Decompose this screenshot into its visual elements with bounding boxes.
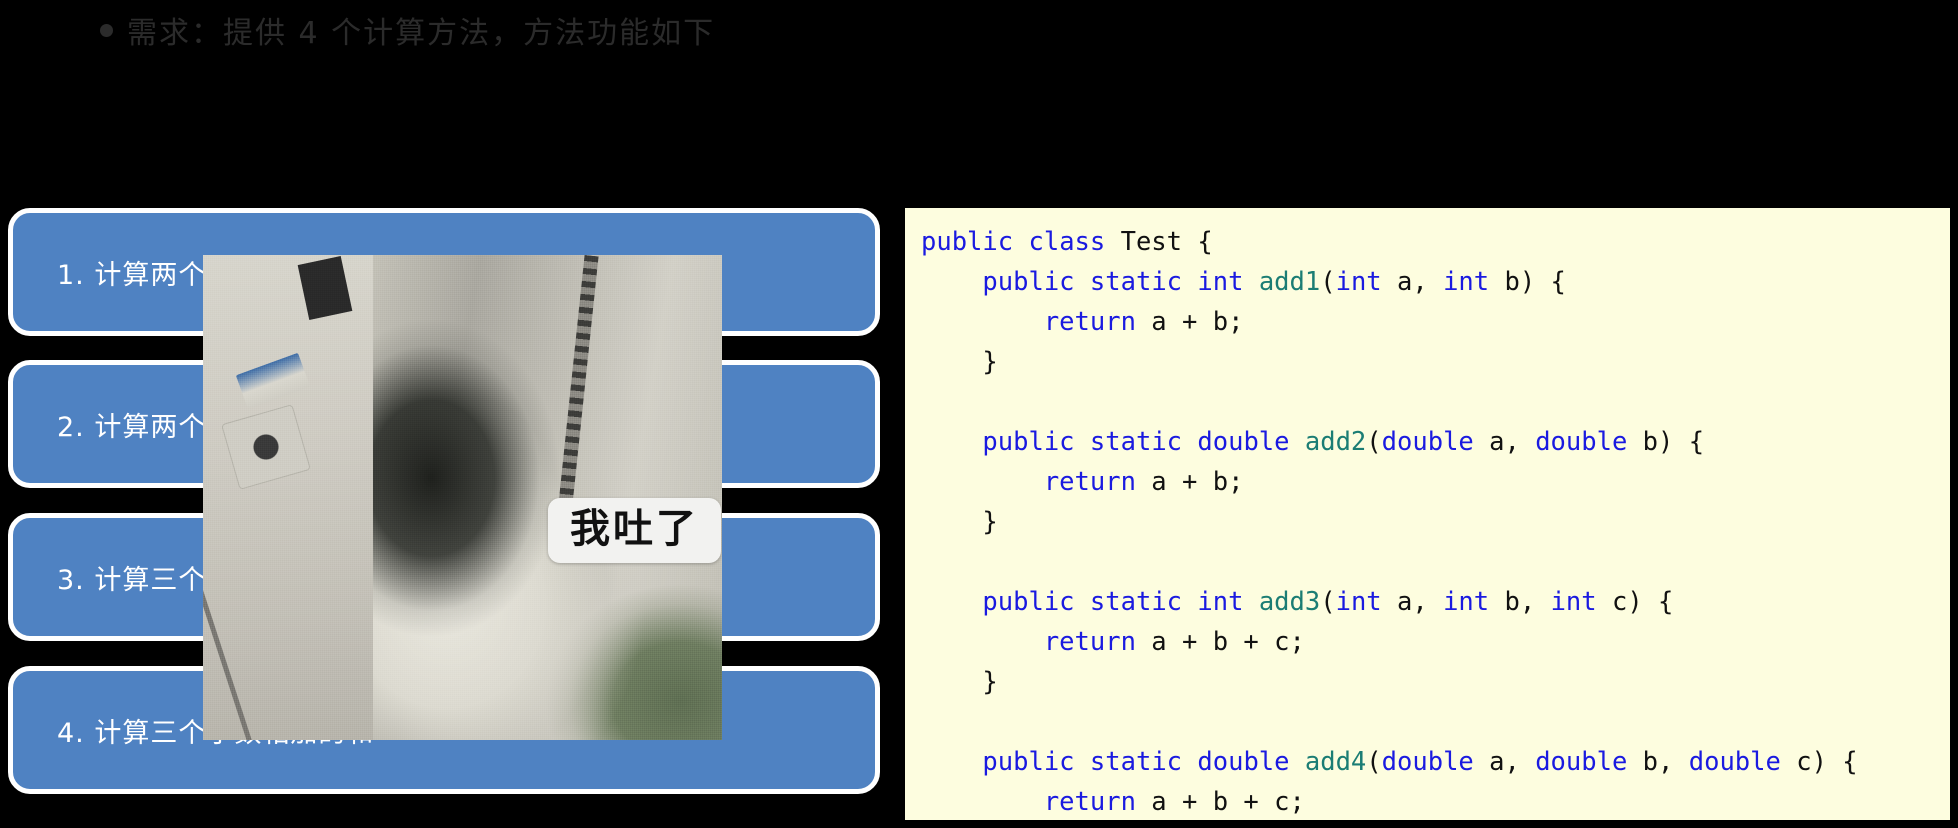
code-token: double xyxy=(1535,747,1628,777)
bullet-header-text: 需求：提供 4 个计算方法，方法功能如下 xyxy=(127,16,716,51)
code-token: public xyxy=(921,227,1014,257)
code-token: add2 xyxy=(1304,427,1367,457)
code-token: } xyxy=(921,347,998,377)
code-token: b, xyxy=(1489,587,1551,617)
code-token: int xyxy=(1443,587,1490,617)
meme-image: 我吐了 xyxy=(203,255,722,740)
code-token: static xyxy=(1089,587,1183,617)
slide-canvas: 需求：提供 4 个计算方法，方法功能如下 1. 计算两个整数相加的和 2. 计算… xyxy=(0,0,1958,828)
code-token: public xyxy=(982,427,1075,457)
bullet-dot-icon xyxy=(100,23,113,37)
code-panel[interactable]: public class Test { public static int ad… xyxy=(905,208,1950,820)
code-token: b) { xyxy=(1489,267,1566,297)
code-token: a + b; xyxy=(1135,467,1244,497)
code-token: ( xyxy=(1366,747,1382,777)
code-token: return xyxy=(1043,307,1136,337)
code-token: } xyxy=(921,667,998,697)
code-token: a, xyxy=(1381,267,1444,297)
code-token: int xyxy=(1197,587,1244,617)
code-token: } xyxy=(921,507,998,537)
code-token: a + b + c; xyxy=(1135,627,1305,657)
code-token: c) { xyxy=(1780,747,1858,777)
code-token: return xyxy=(1043,467,1136,497)
code-token: a + b + c; xyxy=(1135,787,1305,817)
code-token: public xyxy=(982,747,1075,777)
code-token: int xyxy=(1335,267,1382,297)
code-token: int xyxy=(1443,267,1490,297)
code-block: public class Test { public static int ad… xyxy=(921,222,1950,820)
code-token: c) { xyxy=(1596,587,1674,617)
code-token: ( xyxy=(1366,427,1382,457)
code-token: double xyxy=(1197,747,1290,777)
code-token: return xyxy=(1043,627,1136,657)
code-token: a, xyxy=(1473,427,1536,457)
code-token: a, xyxy=(1381,587,1444,617)
code-token: public xyxy=(982,267,1075,297)
code-token: ( xyxy=(1320,587,1336,617)
code-token: double xyxy=(1381,747,1474,777)
code-token: class xyxy=(1028,227,1106,257)
code-token: int xyxy=(1550,587,1597,617)
code-token: int xyxy=(1335,587,1382,617)
code-token: static xyxy=(1089,267,1183,297)
code-token: return xyxy=(1043,787,1136,817)
code-token: add3 xyxy=(1258,587,1321,617)
speech-bubble: 我吐了 xyxy=(548,498,721,563)
code-token: double xyxy=(1688,747,1781,777)
code-token: double xyxy=(1381,427,1474,457)
bullet-header: 需求：提供 4 个计算方法，方法功能如下 xyxy=(100,8,715,52)
code-token: static xyxy=(1089,747,1183,777)
code-token: add4 xyxy=(1304,747,1367,777)
code-token: b, xyxy=(1627,747,1689,777)
code-token: double xyxy=(1535,427,1628,457)
code-token: static xyxy=(1089,427,1183,457)
code-token: int xyxy=(1197,267,1244,297)
code-token: a + b; xyxy=(1135,307,1244,337)
code-token: a, xyxy=(1473,747,1536,777)
code-token: b) { xyxy=(1627,427,1705,457)
code-token: ( xyxy=(1320,267,1336,297)
code-token: add1 xyxy=(1258,267,1321,297)
speech-bubble-text: 我吐了 xyxy=(570,506,699,552)
code-token: public xyxy=(982,587,1075,617)
code-token: Test { xyxy=(1105,227,1213,257)
code-token: double xyxy=(1197,427,1290,457)
